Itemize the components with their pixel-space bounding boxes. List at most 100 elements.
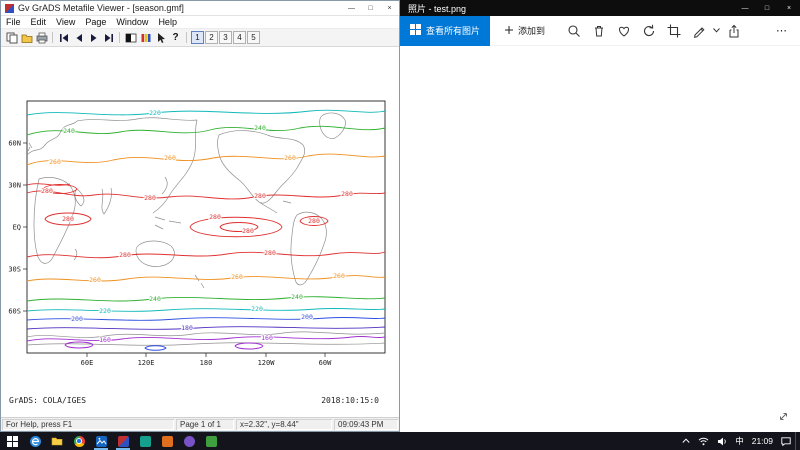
menu-window[interactable]: Window: [111, 17, 153, 27]
taskbar-app-icon[interactable]: [134, 432, 156, 450]
first-page-icon[interactable]: [56, 31, 71, 45]
tray-expand-icon[interactable]: [678, 432, 694, 450]
next-page-icon[interactable]: [86, 31, 101, 45]
taskbar-grads-icon[interactable]: [112, 432, 134, 450]
page-button-5[interactable]: 5: [247, 31, 260, 44]
taskbar-edge-icon[interactable]: [24, 432, 46, 450]
menu-page[interactable]: Page: [80, 17, 111, 27]
copy-pages-icon[interactable]: [4, 31, 19, 45]
open-folder-icon[interactable]: [19, 31, 34, 45]
taskbar-app-icon[interactable]: [178, 432, 200, 450]
contour-line: [27, 191, 385, 199]
lon-label: 120E: [138, 359, 155, 367]
grads-canvas: 60N 30N EQ 30S 60S 60E 120E 180 120W: [1, 47, 399, 417]
toolbar-separator: [186, 32, 187, 43]
menu-file[interactable]: File: [1, 17, 26, 27]
lon-label: 60W: [319, 359, 332, 367]
page-button-1[interactable]: 1: [191, 31, 204, 44]
add-to-button[interactable]: 添加到: [504, 24, 545, 37]
clock[interactable]: 21:09: [748, 432, 777, 450]
toolbar-separator: [52, 32, 53, 43]
photos-window: 照片 - test.png — □ × 查看所有图片 添加到: [400, 0, 800, 432]
fullscreen-icon[interactable]: [775, 408, 791, 424]
contour-label: 240: [149, 295, 161, 303]
view-all-photos-label: 查看所有图片: [426, 24, 480, 37]
maximize-button[interactable]: □: [756, 0, 778, 16]
pointer-icon[interactable]: [153, 31, 168, 45]
delete-icon[interactable]: [586, 18, 611, 43]
view-all-photos-button[interactable]: 查看所有图片: [400, 16, 490, 46]
zoom-icon[interactable]: [561, 18, 586, 43]
contour-closed: [145, 346, 166, 351]
contour-label: 280: [308, 217, 320, 225]
contour-label: 240: [63, 127, 75, 135]
last-page-icon[interactable]: [101, 31, 116, 45]
menu-edit[interactable]: Edit: [26, 17, 52, 27]
print-icon[interactable]: [34, 31, 49, 45]
grads-timestamp: 2018:10:15:0: [321, 396, 379, 405]
photos-titlebar[interactable]: 照片 - test.png — □ ×: [400, 0, 800, 16]
edit-icon[interactable]: [686, 18, 711, 43]
taskbar-chrome-icon[interactable]: [68, 432, 90, 450]
grads-window: Gv GrADS Metafile Viewer - [season.gmf] …: [0, 0, 400, 432]
action-center-icon[interactable]: [777, 432, 795, 450]
menu-view[interactable]: View: [51, 17, 80, 27]
grads-toolbar: ? 1 2 3 4 5: [1, 29, 399, 47]
previous-page-icon[interactable]: [71, 31, 86, 45]
contour-label: 260: [89, 276, 101, 284]
ime-indicator[interactable]: 中: [731, 432, 748, 450]
lon-label: 60E: [81, 359, 94, 367]
contour-label: 280: [264, 249, 276, 257]
taskbar-app-icon[interactable]: [200, 432, 222, 450]
crop-icon[interactable]: [661, 18, 686, 43]
page-button-3[interactable]: 3: [219, 31, 232, 44]
grads-window-title: Gv GrADS Metafile Viewer - [season.gmf]: [18, 3, 342, 13]
status-help-text: For Help, press F1: [2, 419, 174, 430]
close-button[interactable]: ×: [380, 1, 399, 15]
black-white-mode-icon[interactable]: [123, 31, 138, 45]
share-icon[interactable]: [721, 18, 746, 43]
contour-label: 240: [291, 293, 303, 301]
contour-label: 220: [149, 109, 161, 117]
contour-label: 260: [231, 273, 243, 281]
page-button-4[interactable]: 4: [233, 31, 246, 44]
rotate-icon[interactable]: [636, 18, 661, 43]
contour-label: 200: [301, 313, 313, 321]
volume-icon[interactable]: [713, 432, 731, 450]
show-desktop-button[interactable]: [795, 432, 800, 450]
photos-window-title: 照片 - test.png: [400, 2, 734, 15]
page-button-2[interactable]: 2: [205, 31, 218, 44]
grads-menubar: File Edit View Page Window Help: [1, 16, 399, 29]
start-button[interactable]: [0, 432, 24, 450]
lat-label: EQ: [13, 224, 21, 232]
photos-command-bar: 查看所有图片 添加到: [400, 16, 800, 46]
contour-line: [27, 276, 385, 281]
desktop: Gv GrADS Metafile Viewer - [season.gmf] …: [0, 0, 800, 450]
network-icon[interactable]: [694, 432, 713, 450]
grid-icon: [410, 24, 421, 37]
taskbar-photos-icon[interactable]: [90, 432, 112, 450]
menu-help[interactable]: Help: [153, 17, 182, 27]
grads-titlebar[interactable]: Gv GrADS Metafile Viewer - [season.gmf] …: [1, 1, 399, 16]
contour-label: 280: [254, 192, 266, 200]
taskbar-app-icon[interactable]: [156, 432, 178, 450]
minimize-button[interactable]: —: [734, 0, 756, 16]
context-help-icon[interactable]: ?: [168, 31, 183, 45]
grads-statusbar: For Help, press F1 Page 1 of 1 x=2.32", …: [1, 417, 399, 431]
close-button[interactable]: ×: [778, 0, 800, 16]
latitude-axis: 60N 30N EQ 30S 60S: [8, 140, 27, 316]
see-more-button[interactable]: ⋯: [769, 18, 794, 43]
maximize-button[interactable]: □: [361, 1, 380, 15]
minimize-button[interactable]: —: [342, 1, 361, 15]
favorite-heart-icon[interactable]: [611, 18, 636, 43]
contour-line: [27, 327, 385, 330]
contour-label: 280: [41, 187, 53, 195]
lon-label: 180: [200, 359, 213, 367]
contour-closed: [235, 343, 263, 349]
taskbar-explorer-icon[interactable]: [46, 432, 68, 450]
color-mode-icon[interactable]: [138, 31, 153, 45]
contour-label: 220: [99, 307, 111, 315]
chevron-down-icon[interactable]: [711, 18, 721, 43]
contour-label: 240: [254, 124, 266, 132]
contour-label: 260: [333, 272, 345, 280]
